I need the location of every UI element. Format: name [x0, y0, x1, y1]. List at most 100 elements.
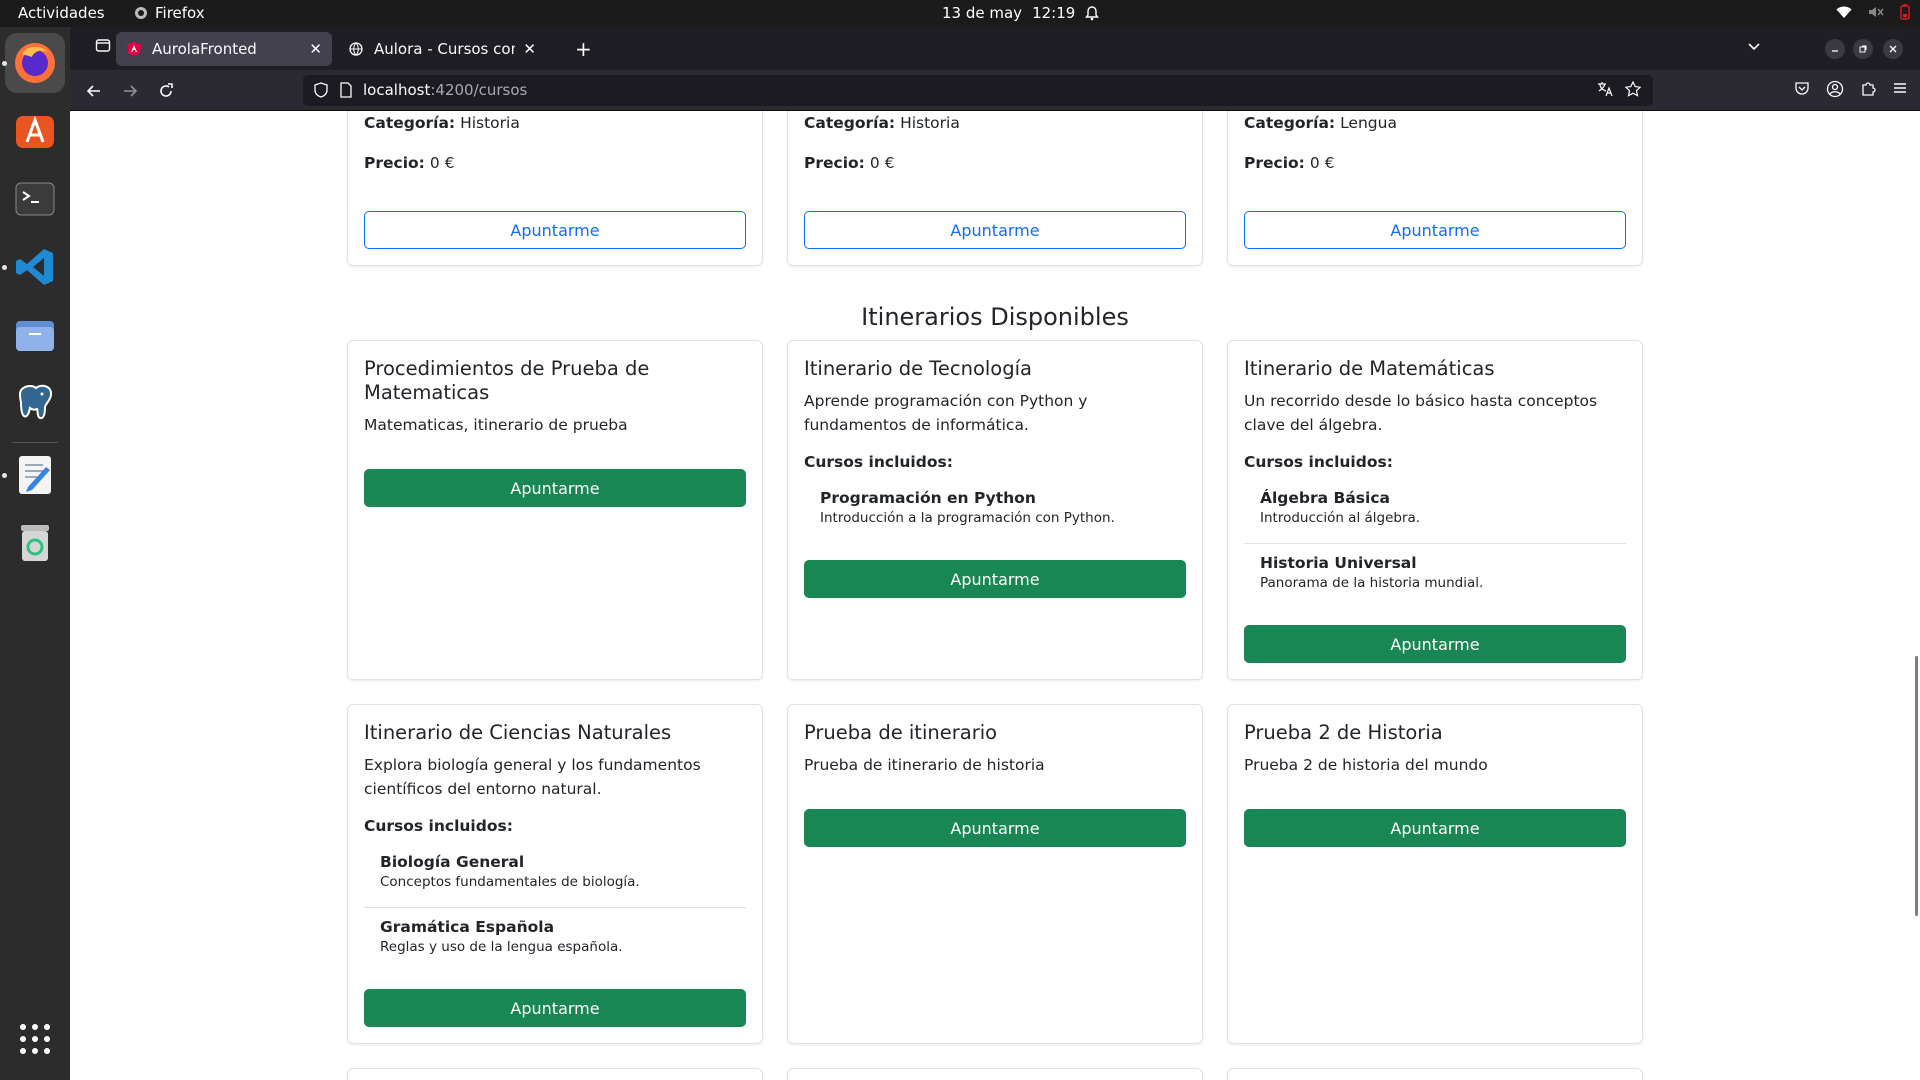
dock-separator [12, 442, 58, 443]
reload-button[interactable] [156, 81, 176, 101]
itinerary-title: Itinerario de Ciencias Naturales [364, 721, 672, 744]
arrow-right-icon [124, 85, 138, 97]
enroll-button[interactable]: Apuntarme [364, 989, 746, 1027]
itinerary-description: Prueba 2 de historia del mundo [1244, 756, 1488, 774]
itinerary-description: Explora biología general y los fundament… [364, 756, 701, 798]
enroll-button[interactable]: Apuntarme [364, 469, 746, 507]
dock-vscode[interactable] [5, 237, 65, 297]
globe-icon [348, 41, 364, 57]
itinerary-title: Procedimientos de Prueba de Matematicas [364, 357, 650, 404]
battery-low-icon [1900, 4, 1910, 20]
software-store-icon [16, 115, 54, 148]
files-icon [16, 321, 54, 351]
tab-list-button[interactable] [90, 32, 116, 58]
itinerary-title: Itinerario de Tecnología [804, 357, 1032, 380]
itinerary-card: Prueba 2 de Historia Prueba 2 de histori… [1227, 704, 1643, 1044]
close-window-button[interactable] [1883, 39, 1903, 59]
included-course-title: Gramática Española [380, 918, 555, 936]
url-bar[interactable]: localhost:4200/cursos [303, 75, 1653, 106]
tab-close-icon[interactable]: ✕ [523, 40, 536, 58]
trash-icon [21, 525, 49, 561]
dock-firefox[interactable] [5, 33, 65, 93]
dock-pgadmin[interactable] [5, 373, 65, 433]
course-category: Categoría: Historia [804, 114, 960, 132]
terminal-icon [15, 182, 55, 216]
enroll-button[interactable]: Apuntarme [364, 211, 746, 249]
clock-time: 12:19 [1032, 4, 1076, 22]
included-course-description: Conceptos fundamentales de biología. [380, 874, 640, 890]
included-courses-label: Cursos incluidos: [804, 453, 953, 471]
included-course-description: Introducción al álgebra. [1260, 510, 1421, 526]
included-course-description: Panorama de la historia mundial. [1260, 575, 1484, 591]
enroll-button[interactable]: Apuntarme [1244, 625, 1626, 663]
page-scrollbar[interactable] [1915, 656, 1918, 916]
itinerary-description: Aprende programación con Python y fundam… [804, 392, 1088, 434]
dock-software-center[interactable] [5, 100, 65, 160]
dock-files[interactable] [5, 305, 65, 365]
tab-list-icon [95, 39, 111, 52]
bell-icon [1085, 5, 1100, 20]
course-price: Precio: 0 € [364, 154, 455, 172]
included-course-title: Álgebra Básica [1260, 489, 1390, 507]
course-category: Categoría: Historia [364, 114, 520, 132]
url-text[interactable]: localhost:4200/cursos [363, 81, 527, 99]
app-menu[interactable]: Firefox [134, 4, 205, 22]
browser-tab-bar: AurolaFronted ✕ Aulora - Cursos completa… [70, 27, 1920, 70]
clock-date: 13 de may [942, 4, 1023, 22]
pocket-icon[interactable] [1794, 80, 1810, 96]
clock[interactable]: 13 de may 12:19 [942, 4, 1100, 22]
included-course-item: Gramática Española Reglas y uso de la le… [380, 918, 746, 955]
arrow-left-icon [86, 85, 100, 97]
restore-button[interactable] [1853, 39, 1873, 59]
firefox-small-icon [135, 7, 147, 19]
enroll-button[interactable]: Apuntarme [1244, 809, 1626, 847]
back-button[interactable] [84, 81, 104, 101]
system-tray[interactable] [1836, 4, 1910, 20]
included-course-title: Biología General [380, 853, 525, 871]
course-card: Categoría: Lengua Precio: 0 € Apuntarme [1227, 111, 1643, 266]
minimize-button[interactable] [1825, 39, 1845, 59]
volume-muted-icon [1869, 7, 1884, 17]
page-info-icon[interactable] [339, 82, 353, 98]
close-icon [1889, 45, 1897, 53]
hamburger-menu-icon[interactable] [1892, 80, 1908, 96]
chevron-down-icon [1748, 43, 1760, 51]
dock-text-editor[interactable] [5, 445, 65, 505]
dock-running-indicator [2, 265, 7, 270]
translate-icon[interactable] [1597, 81, 1613, 97]
included-course-item: Biología General Conceptos fundamentales… [380, 853, 746, 890]
enroll-button[interactable]: Apuntarme [804, 809, 1186, 847]
list-all-tabs-button[interactable] [1746, 38, 1762, 58]
tab-title: Aulora - Cursos completa [374, 40, 515, 58]
dock-show-apps[interactable] [5, 1009, 65, 1069]
forward-button[interactable] [120, 81, 140, 101]
enroll-button[interactable]: Apuntarme [804, 211, 1186, 249]
url-host: localhost [363, 81, 431, 99]
itinerary-card [1227, 1068, 1643, 1080]
dock-terminal[interactable] [5, 169, 65, 229]
tab-close-icon[interactable]: ✕ [309, 40, 322, 58]
angular-favicon [126, 41, 142, 57]
enroll-button[interactable]: Apuntarme [1244, 211, 1626, 249]
included-course-item: Álgebra Básica Introducción al álgebra. [1260, 489, 1626, 526]
itinerary-description: Prueba de itinerario de historia [804, 756, 1045, 774]
tracking-shield-icon[interactable] [313, 82, 329, 98]
dock-trash[interactable] [5, 513, 65, 573]
included-courses-label: Cursos incluidos: [364, 817, 513, 835]
system-top-bar: Actividades Firefox 13 de may 12:19 [0, 0, 1920, 27]
restore-icon [1859, 45, 1867, 53]
enroll-button[interactable]: Apuntarme [804, 560, 1186, 598]
new-tab-button[interactable]: + [575, 39, 592, 59]
account-icon[interactable] [1826, 80, 1844, 98]
included-course-item: Historia Universal Panorama de la histor… [1260, 554, 1626, 591]
minimize-icon [1832, 50, 1838, 52]
url-path: :4200/cursos [430, 81, 528, 99]
tab-aulora-cursos[interactable]: Aulora - Cursos completa ✕ [338, 32, 546, 66]
tab-aurolafronted[interactable]: AurolaFronted ✕ [116, 32, 332, 66]
bookmark-star-icon[interactable] [1625, 81, 1641, 97]
extensions-icon[interactable] [1860, 80, 1876, 96]
activities-button[interactable]: Actividades [18, 4, 105, 22]
wifi-icon [1836, 6, 1852, 18]
text-editor-icon [19, 456, 51, 494]
itinerary-description: Matematicas, itinerario de prueba [364, 416, 628, 434]
